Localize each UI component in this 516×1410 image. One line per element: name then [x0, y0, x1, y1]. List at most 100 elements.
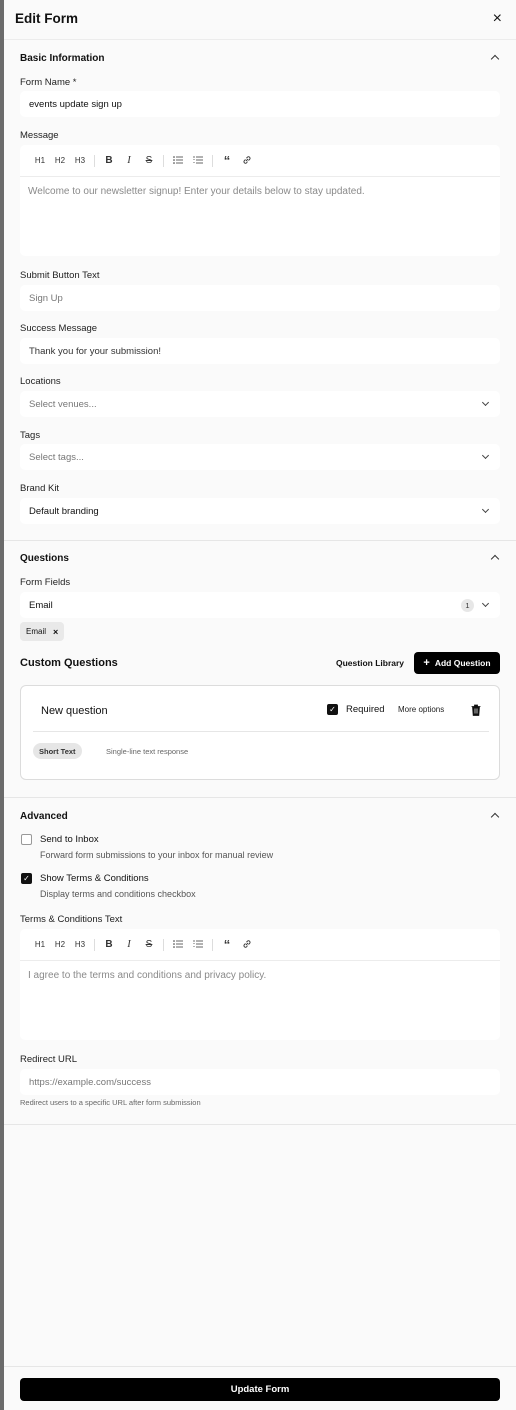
- section-divider: [4, 797, 516, 798]
- toolbar-divider: [94, 154, 95, 167]
- chevron-down-icon: [481, 451, 490, 460]
- tags-select[interactable]: Select tags...: [20, 444, 500, 470]
- section-title-advanced: Advanced: [20, 811, 68, 822]
- collapse-questions-icon[interactable]: [490, 554, 500, 564]
- quote-icon[interactable]: “: [217, 153, 237, 168]
- chevron-down-icon: [481, 398, 490, 407]
- numbered-list-icon[interactable]: [188, 155, 208, 166]
- panel-header: Edit Form ×: [4, 0, 516, 40]
- locations-label: Locations: [20, 376, 61, 387]
- tags-placeholder: Select tags...: [29, 451, 84, 463]
- bullet-list-icon[interactable]: [168, 939, 188, 950]
- update-form-button[interactable]: Update Form: [20, 1378, 500, 1401]
- message-label: Message: [20, 130, 59, 141]
- success-message-label: Success Message: [20, 323, 98, 334]
- toolbar-divider: [163, 938, 164, 951]
- bold-button[interactable]: B: [99, 939, 119, 950]
- numbered-list-icon[interactable]: [188, 939, 208, 950]
- bullet-list-icon[interactable]: [168, 155, 188, 166]
- brand-kit-value: Default branding: [29, 505, 99, 517]
- collapse-advanced-icon[interactable]: [490, 812, 500, 822]
- submit-button-text-input[interactable]: Sign Up: [20, 285, 500, 311]
- collapse-basic-icon[interactable]: [490, 54, 500, 64]
- close-icon[interactable]: ×: [493, 11, 502, 27]
- show-terms-checkbox[interactable]: ✓: [21, 873, 32, 884]
- strikethrough-button[interactable]: S: [139, 939, 159, 950]
- bold-button[interactable]: B: [99, 155, 119, 166]
- custom-questions-title: Custom Questions: [20, 657, 118, 669]
- show-terms-description: Display terms and conditions checkbox: [40, 889, 196, 899]
- heading3-button[interactable]: H3: [70, 940, 90, 949]
- required-toggle[interactable]: ✓ Required: [327, 704, 385, 715]
- success-message-input[interactable]: Thank you for your submission!: [20, 338, 500, 364]
- heading2-button[interactable]: H2: [50, 156, 70, 165]
- terms-toolbar: H1 H2 H3 B I S “: [20, 929, 500, 961]
- send-to-inbox-option[interactable]: Send to Inbox Forward form submissions t…: [21, 834, 273, 860]
- message-toolbar: H1 H2 H3 B I S “: [20, 145, 500, 177]
- form-fields-value: Email: [29, 599, 53, 611]
- panel-title: Edit Form: [15, 11, 78, 26]
- message-editor[interactable]: H1 H2 H3 B I S “ Welcome to our newslett…: [20, 145, 500, 256]
- brand-kit-select[interactable]: Default branding: [20, 498, 500, 524]
- heading1-button[interactable]: H1: [30, 156, 50, 165]
- form-fields-select[interactable]: Email 1: [20, 592, 500, 618]
- question-type-description: Single-line text response: [106, 747, 189, 756]
- redirect-url-input[interactable]: https://example.com/success: [20, 1069, 500, 1095]
- question-type-badge[interactable]: Short Text: [33, 743, 82, 759]
- form-name-input[interactable]: events update sign up: [20, 91, 500, 117]
- link-icon[interactable]: [237, 155, 257, 167]
- card-divider: [33, 731, 489, 732]
- show-terms-label: Show Terms & Conditions: [40, 873, 149, 884]
- section-divider: [4, 540, 516, 541]
- brand-kit-label: Brand Kit: [20, 483, 60, 494]
- tags-label: Tags: [20, 430, 41, 441]
- heading3-button[interactable]: H3: [70, 156, 90, 165]
- form-fields-label: Form Fields: [20, 577, 71, 588]
- terms-editor[interactable]: H1 H2 H3 B I S “ I agree to the terms an…: [20, 929, 500, 1040]
- add-question-button[interactable]: + Add Question: [414, 652, 500, 674]
- heading1-button[interactable]: H1: [30, 940, 50, 949]
- section-title-questions: Questions: [20, 553, 69, 564]
- more-options-button[interactable]: More options: [398, 705, 444, 714]
- heading2-button[interactable]: H2: [50, 940, 70, 949]
- redirect-url-label: Redirect URL: [20, 1054, 78, 1065]
- selected-count-badge: 1: [461, 599, 474, 612]
- add-question-label: Add Question: [434, 658, 491, 668]
- italic-button[interactable]: I: [119, 939, 139, 950]
- chevron-down-icon: [481, 505, 490, 514]
- italic-button[interactable]: I: [119, 155, 139, 166]
- question-title[interactable]: New question: [41, 705, 108, 717]
- edit-form-panel: Edit Form × Basic Information Form Name …: [4, 0, 516, 1410]
- locations-placeholder: Select venues...: [29, 398, 97, 410]
- message-placeholder: Welcome to our newsletter signup! Enter …: [28, 186, 365, 197]
- toolbar-divider: [212, 154, 213, 167]
- redirect-url-hint: Redirect users to a specific URL after f…: [20, 1098, 201, 1107]
- form-name-label: Form Name *: [20, 77, 77, 88]
- toolbar-divider: [94, 938, 95, 951]
- section-title-basic: Basic Information: [20, 53, 105, 64]
- locations-select[interactable]: Select venues...: [20, 391, 500, 417]
- trash-icon[interactable]: [471, 703, 481, 716]
- remove-chip-icon[interactable]: ×: [53, 627, 58, 637]
- chevron-down-icon: [481, 599, 490, 608]
- send-to-inbox-checkbox[interactable]: [21, 834, 32, 845]
- plus-icon: +: [423, 657, 430, 669]
- footer-divider: [4, 1366, 516, 1367]
- quote-icon[interactable]: “: [217, 937, 237, 952]
- show-terms-option[interactable]: ✓ Show Terms & Conditions Display terms …: [21, 873, 196, 899]
- toolbar-divider: [212, 938, 213, 951]
- strikethrough-button[interactable]: S: [139, 155, 159, 166]
- submit-button-text-label: Submit Button Text: [20, 270, 100, 281]
- question-card: New question ✓ Required More options Sho…: [20, 685, 500, 780]
- terms-text-label: Terms & Conditions Text: [20, 914, 123, 925]
- question-library-button[interactable]: Question Library: [336, 658, 404, 668]
- toolbar-divider: [163, 154, 164, 167]
- section-divider: [4, 1124, 516, 1125]
- link-icon[interactable]: [237, 939, 257, 951]
- chip-label: Email: [26, 627, 47, 636]
- send-to-inbox-label: Send to Inbox: [40, 834, 99, 845]
- required-checkbox[interactable]: ✓: [327, 704, 338, 715]
- terms-placeholder: I agree to the terms and conditions and …: [28, 970, 267, 981]
- field-chip-email: Email ×: [20, 622, 65, 641]
- send-to-inbox-description: Forward form submissions to your inbox f…: [40, 850, 274, 860]
